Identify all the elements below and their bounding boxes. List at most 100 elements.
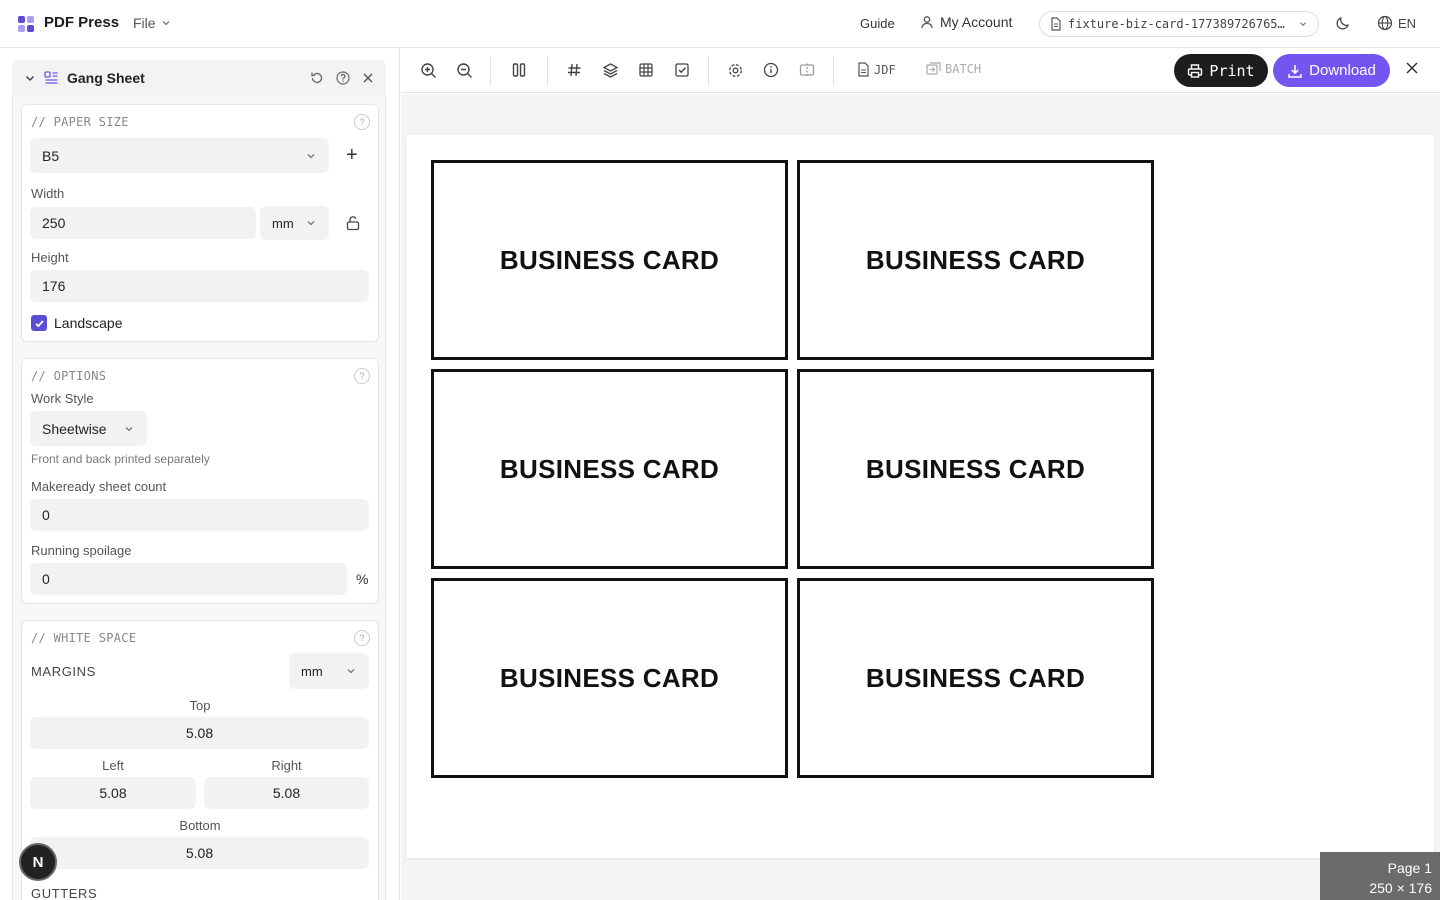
batch-label: BATCH	[945, 62, 982, 76]
jdf-label: JDF	[874, 62, 896, 77]
file-name: fixture-biz-card-177389726765…	[1068, 17, 1285, 31]
chevron-down-icon	[1300, 22, 1306, 27]
spoilage-input[interactable]: 0	[30, 563, 347, 595]
gang-sheet-panel-header[interactable]: Gang Sheet	[12, 60, 386, 96]
help-icon[interactable]: ?	[354, 630, 370, 646]
paper-size-value: B5	[42, 147, 60, 164]
guide-link[interactable]: Guide	[860, 16, 895, 31]
options-section: // OPTIONS ? Work Style Sheetwise Front …	[21, 358, 379, 604]
download-button[interactable]: Download	[1273, 54, 1390, 87]
file-icon	[858, 62, 869, 77]
print-button[interactable]: Print	[1174, 54, 1268, 87]
toolbar-divider	[708, 56, 709, 86]
language-selector[interactable]: EN	[1377, 15, 1416, 31]
app-brand: PDF Press	[44, 14, 120, 31]
margin-left-value: 5.08	[99, 785, 127, 801]
paper-size-section: // PAPER SIZE ? B5 + Width 250 mm Height…	[21, 104, 379, 342]
next-devtools-badge[interactable]: N	[19, 843, 57, 881]
my-account-button[interactable]: My Account	[920, 14, 1012, 30]
section-title: // WHITE SPACE	[31, 631, 137, 645]
unit-value: mm	[272, 215, 294, 231]
unit-select[interactable]: mm	[260, 206, 329, 240]
work-style-note: Front and back printed separately	[31, 452, 210, 466]
hash-icon[interactable]	[565, 61, 583, 79]
chevron-down-icon	[347, 669, 355, 674]
batch-icon	[926, 62, 941, 75]
close-icon[interactable]	[1405, 61, 1419, 78]
help-icon[interactable]: ?	[354, 114, 370, 130]
margin-right-input[interactable]: 5.08	[204, 777, 369, 809]
business-card-tile[interactable]: BUSINESS CARD	[797, 578, 1154, 778]
chevron-down-icon	[125, 426, 133, 431]
margins-unit-select[interactable]: mm	[289, 653, 369, 689]
work-style-label: Work Style	[31, 391, 94, 406]
panel-title: Gang Sheet	[67, 70, 145, 86]
width-input[interactable]: 250	[30, 207, 256, 239]
margin-bottom-value: 5.08	[185, 845, 214, 861]
height-value: 176	[42, 278, 66, 294]
spoilage-unit: %	[356, 571, 369, 587]
margin-right-value: 5.08	[272, 785, 301, 801]
preview-canvas[interactable]: BUSINESS CARD BUSINESS CARD BUSINESS CAR…	[401, 94, 1440, 900]
chevron-down-icon	[162, 21, 170, 26]
paper-size-select[interactable]: B5	[30, 138, 329, 173]
help-icon[interactable]: ?	[354, 368, 370, 384]
compare-icon[interactable]	[798, 61, 816, 79]
business-card-tile[interactable]: BUSINESS CARD	[431, 578, 788, 778]
work-style-select[interactable]: Sheetwise	[30, 411, 147, 446]
toolbar-divider	[833, 56, 834, 86]
landscape-label: Landscape	[54, 315, 123, 331]
add-paper-size-button[interactable]: +	[346, 145, 358, 165]
height-input[interactable]: 176	[30, 270, 369, 302]
download-icon	[1288, 64, 1302, 78]
business-card-tile[interactable]: BUSINESS CARD	[431, 160, 788, 360]
spoilage-value: 0	[42, 571, 50, 587]
margin-top-input[interactable]: 5.08	[30, 717, 369, 749]
makeready-value: 0	[42, 507, 50, 523]
help-icon[interactable]	[336, 71, 350, 85]
top-bar: PDF Press File Guide My Account fixture-…	[0, 0, 1440, 48]
info-icon[interactable]	[762, 61, 780, 79]
business-card-tile[interactable]: BUSINESS CARD	[797, 160, 1154, 360]
unlock-icon[interactable]	[345, 215, 361, 234]
chevron-down-icon[interactable]	[24, 72, 36, 84]
file-selector[interactable]: fixture-biz-card-177389726765…	[1039, 11, 1319, 37]
width-label: Width	[31, 186, 65, 201]
sheet-page: BUSINESS CARD BUSINESS CARD BUSINESS CAR…	[406, 135, 1434, 858]
zoom-in-icon[interactable]	[419, 61, 437, 79]
makeready-input[interactable]: 0	[30, 499, 369, 531]
grid-icon[interactable]	[637, 61, 655, 79]
margin-left-input[interactable]: 5.08	[30, 777, 196, 809]
theme-toggle-moon-icon[interactable]	[1335, 15, 1351, 34]
jdf-button[interactable]: JDF	[857, 62, 896, 77]
close-icon[interactable]	[362, 72, 374, 84]
landscape-checkbox[interactable]	[31, 315, 47, 331]
checkbox-icon[interactable]	[673, 61, 691, 79]
margins-unit-value: mm	[301, 663, 323, 679]
margin-bottom-label: Bottom	[179, 818, 221, 833]
printer-icon	[1188, 63, 1203, 78]
settings-gear-icon[interactable]	[726, 61, 744, 79]
toolbar-divider	[547, 56, 548, 86]
chevron-down-icon	[307, 153, 315, 158]
business-card-tile[interactable]: BUSINESS CARD	[797, 369, 1154, 569]
sidebar: Gang Sheet // PAPER SIZE ? B5 + Width 25…	[0, 48, 400, 900]
zoom-out-icon[interactable]	[455, 61, 473, 79]
layers-icon[interactable]	[601, 61, 619, 79]
globe-icon	[1377, 15, 1393, 31]
margin-top-label: Top	[189, 698, 211, 713]
toolbar: JDF BATCH Print Download	[401, 48, 1440, 93]
margin-bottom-input[interactable]: 5.08	[30, 837, 369, 869]
section-title: // OPTIONS	[31, 369, 107, 383]
reset-icon[interactable]	[310, 71, 324, 85]
business-card-tile[interactable]: BUSINESS CARD	[431, 369, 788, 569]
gutters-label: GUTTERS	[31, 886, 98, 900]
batch-button[interactable]: BATCH	[926, 62, 981, 76]
columns-icon[interactable]	[510, 61, 528, 79]
margin-right-label: Right	[271, 758, 302, 773]
file-menu[interactable]: File	[133, 15, 172, 31]
language-label: EN	[1398, 15, 1417, 31]
user-icon	[921, 16, 933, 29]
white-space-section: // WHITE SPACE ? MARGINS mm Top 5.08 Lef…	[21, 620, 379, 900]
gang-sheet-panel-body: // PAPER SIZE ? B5 + Width 250 mm Height…	[12, 96, 386, 900]
